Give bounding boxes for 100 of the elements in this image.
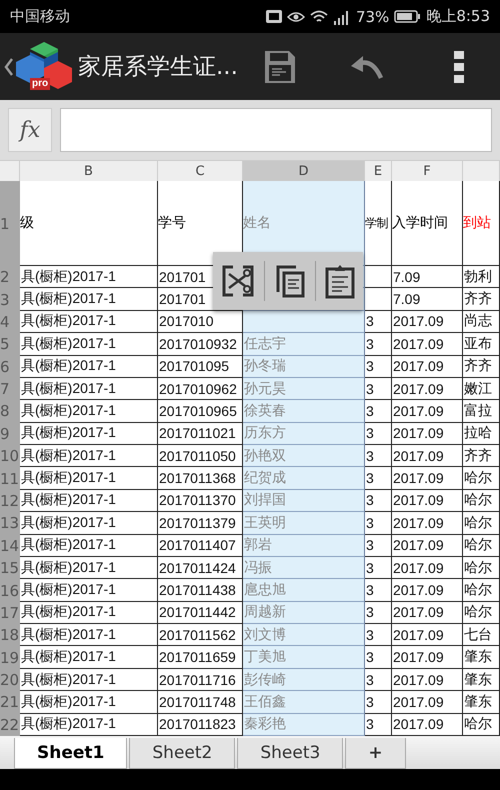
table-cell: 孙冬瑞 <box>243 356 365 378</box>
table-cell: 具(橱柜)2017-1 <box>20 400 158 423</box>
table-cell: 2017011442 <box>158 602 243 624</box>
table-cell: 2017010932 <box>158 333 243 356</box>
table-cell: 2017011370 <box>158 490 243 512</box>
table-cell: 尚志 <box>463 310 500 334</box>
table-cell: 2017.09 <box>392 668 463 692</box>
table-cell: 具(橱柜)2017-1 <box>20 333 158 356</box>
table-cell: 3 <box>365 400 392 423</box>
table-cell: 具(橱柜)2017-1 <box>20 378 158 400</box>
table-cell: 2017010962 <box>158 378 243 400</box>
table-cell: 3 <box>365 490 392 512</box>
table-cell: 2017.09 <box>392 646 463 669</box>
table-cell: 2017.09 <box>392 467 463 490</box>
table-cell: 2017.09 <box>392 624 463 646</box>
table-cell: 3 <box>365 422 392 446</box>
header-cell: 学号 <box>158 181 243 266</box>
table-cell: 2017011379 <box>158 512 243 535</box>
table-cell: 齐齐 <box>463 288 500 311</box>
table-cell: 富拉 <box>463 400 500 423</box>
header-cell: 级 <box>20 181 158 266</box>
function-button[interactable]: fx <box>8 108 52 152</box>
row-number: 12 <box>0 490 20 512</box>
table-cell: 具(橱柜)2017-1 <box>20 467 158 490</box>
table-cell: 具(橱柜)2017-1 <box>20 512 158 535</box>
header-cell: 学制 <box>365 181 392 266</box>
table-cell: 3 <box>365 691 392 714</box>
table-cell: 王英明 <box>243 512 365 535</box>
table-cell: 任志宇 <box>243 333 365 356</box>
table-cell: 齐齐 <box>463 356 500 378</box>
row-number: 4 <box>0 310 20 334</box>
table-cell: 3 <box>365 602 392 624</box>
table-cell: 拉哈 <box>463 422 500 446</box>
table-cell: 具(橱柜)2017-1 <box>20 668 158 692</box>
table-cell: 哈尔 <box>463 467 500 490</box>
row-number: 5 <box>0 333 20 356</box>
table-cell: 2017011368 <box>158 467 243 490</box>
table-cell: 3 <box>365 333 392 356</box>
table-cell: 7.09 <box>392 288 463 311</box>
table-cell: 具(橱柜)2017-1 <box>20 714 158 736</box>
row-number: 18 <box>0 624 20 646</box>
table-cell: 2017.09 <box>392 400 463 423</box>
table-cell: 2017011748 <box>158 691 243 714</box>
table-cell: 2017.09 <box>392 356 463 378</box>
table-cell: 具(橱柜)2017-1 <box>20 646 158 669</box>
row-number: 19 <box>0 646 20 669</box>
table-cell: 周越新 <box>243 602 365 624</box>
back-logo-button[interactable]: pro <box>4 38 72 96</box>
table-cell: 2017011407 <box>158 534 243 557</box>
row-number: 22 <box>0 714 20 736</box>
table-cell: 3 <box>365 445 392 468</box>
sheet-tab[interactable]: Sheet3 <box>237 738 344 769</box>
row-number: 3 <box>0 288 20 311</box>
table-cell: 肇东 <box>463 646 500 669</box>
table-cell: 3 <box>365 356 392 378</box>
row-number: 15 <box>0 556 20 580</box>
table-cell: 肇东 <box>463 668 500 692</box>
save-icon <box>264 50 296 84</box>
table-cell: 刘文博 <box>243 624 365 646</box>
table-cell: 3 <box>365 556 392 580</box>
table-cell: 2017011716 <box>158 668 243 692</box>
table-cell: 2017010965 <box>158 400 243 423</box>
table-cell: 刘捍国 <box>243 490 365 512</box>
document-title: 家居系学生证... <box>78 53 238 82</box>
copy-icon <box>274 264 305 298</box>
row-number: 14 <box>0 534 20 557</box>
carrier-name: 中国移动 <box>10 7 70 26</box>
formula-input[interactable] <box>60 108 492 152</box>
table-cell: 哈尔 <box>463 714 500 736</box>
table-cell: 扈忠旭 <box>243 579 365 602</box>
row-number: 9 <box>0 422 20 446</box>
table-cell: 哈尔 <box>463 579 500 602</box>
column-header[interactable]: D <box>243 161 365 181</box>
table-cell: 勃利 <box>463 266 500 288</box>
table-cell: 7.09 <box>392 266 463 288</box>
table-cell: 2017011424 <box>158 556 243 580</box>
row-number: 8 <box>0 400 20 423</box>
table-cell: 2017.09 <box>392 422 463 446</box>
table-cell: 具(橱柜)2017-1 <box>20 624 158 646</box>
row-number: 1 <box>0 181 20 266</box>
table-cell: 具(橱柜)2017-1 <box>20 422 158 446</box>
table-cell: 2017.09 <box>392 310 463 334</box>
table-cell: 纪贺成 <box>243 467 365 490</box>
back-icon <box>4 56 14 76</box>
table-cell: 2017.09 <box>392 691 463 714</box>
table-cell: 2017.09 <box>392 445 463 468</box>
table-cell: 3 <box>365 378 392 400</box>
row-number: 11 <box>0 467 20 490</box>
table-cell: 哈尔 <box>463 490 500 512</box>
table-cell: 哈尔 <box>463 534 500 557</box>
table-cell: 齐齐 <box>463 445 500 468</box>
table-cell: 具(橱柜)2017-1 <box>20 266 158 288</box>
table-cell: 哈尔 <box>463 556 500 580</box>
table-cell: 孙元昊 <box>243 378 365 400</box>
sheet-tab[interactable]: Sheet2 <box>129 738 236 769</box>
table-cell: 具(橱柜)2017-1 <box>20 356 158 378</box>
sheet-tab[interactable]: Sheet1 <box>14 738 128 769</box>
table-cell: 哈尔 <box>463 602 500 624</box>
add-sheet-button[interactable]: + <box>345 738 406 769</box>
table-cell: 2017011021 <box>158 422 243 446</box>
